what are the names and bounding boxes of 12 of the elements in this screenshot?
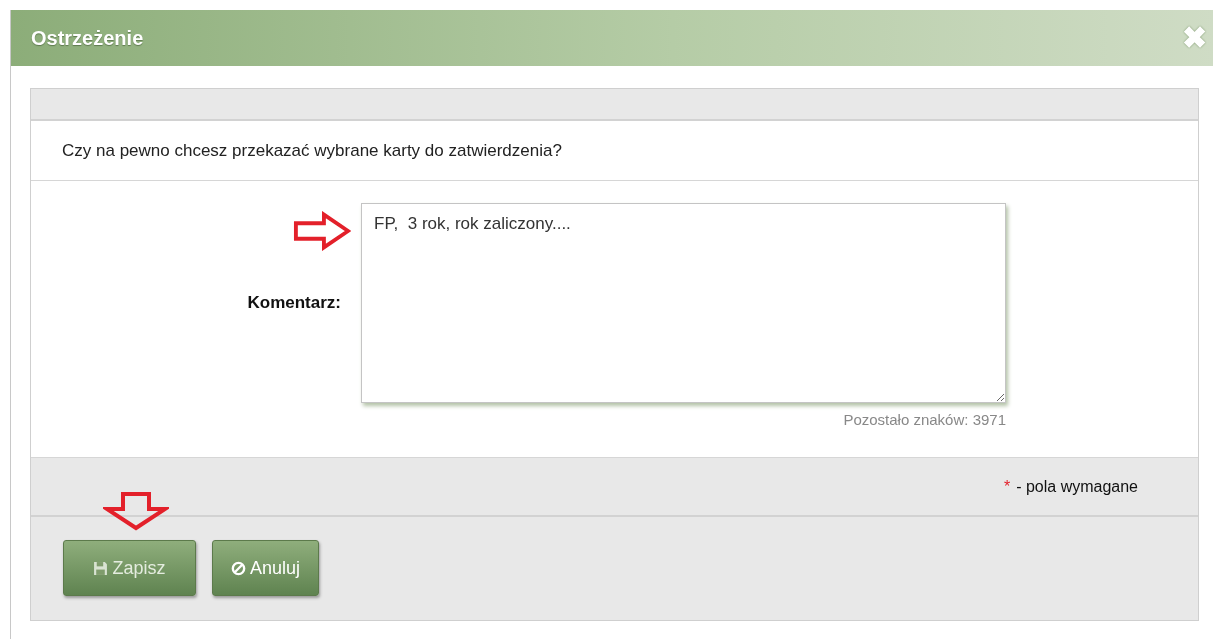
comment-label: Komentarz: [247, 293, 341, 313]
annotation-arrow-icon [103, 491, 169, 531]
prohibited-icon [231, 560, 246, 576]
required-asterisk: * [1003, 477, 1011, 496]
required-note: - pola wymagane [1016, 477, 1138, 496]
annotation-arrow-icon [293, 211, 351, 251]
remaining-characters: Pozostało znaków: 3971 [843, 411, 1006, 428]
save-button[interactable]: Zapisz [63, 540, 196, 596]
confirmation-message: Czy na pewno chcesz przekazać wybrane karty do zatwierdzenia? [62, 140, 562, 161]
comment-field[interactable]: FP, 3 rok, rok zaliczony.... [361, 203, 1006, 403]
cancel-button[interactable]: Anuluj [212, 540, 320, 596]
window-title: Ostrzeżenie [31, 26, 144, 50]
